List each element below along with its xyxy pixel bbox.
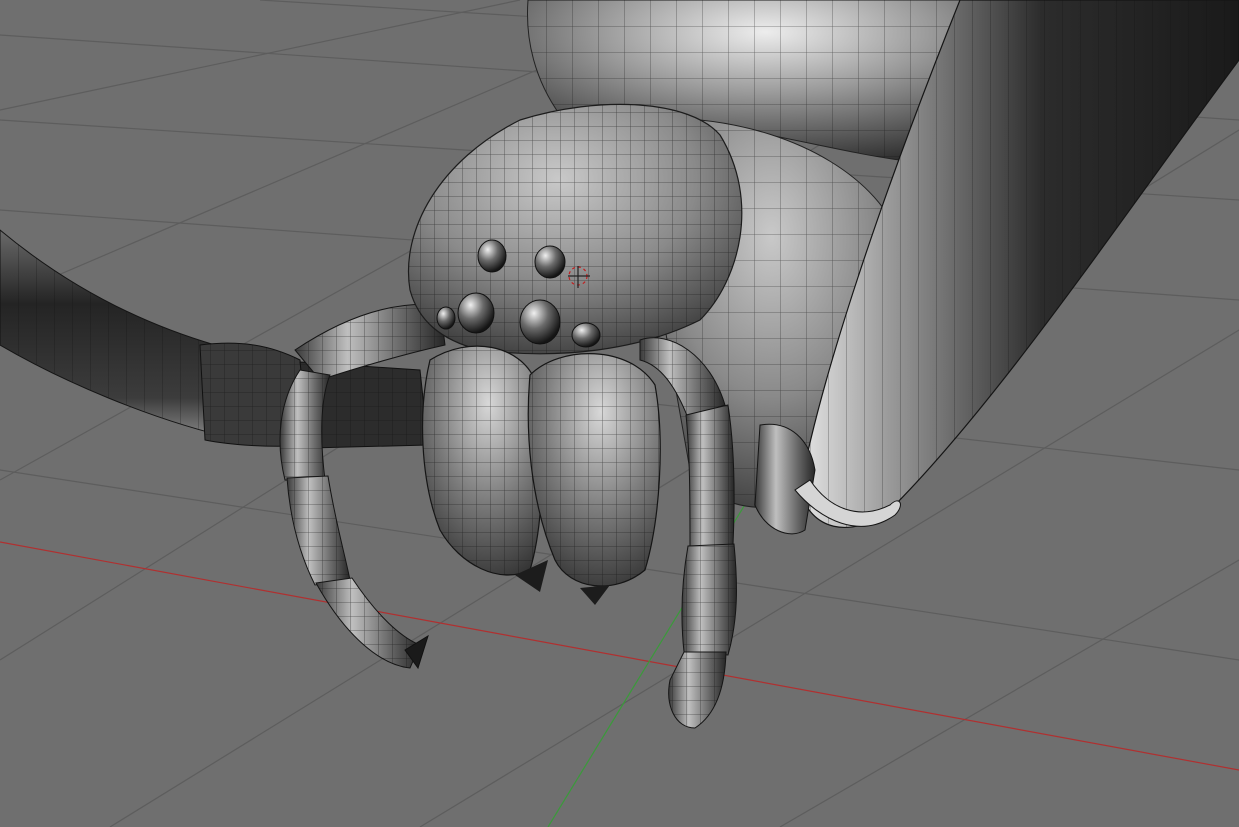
3d-viewport[interactable] — [0, 0, 1239, 827]
eye-posterior-left — [477, 239, 507, 273]
eye-posterior-right — [534, 245, 566, 279]
eye-anterior-right — [519, 299, 561, 345]
eye-anterior-left — [457, 292, 495, 334]
eye-lateral-left — [436, 306, 456, 330]
viewport-canvas[interactable] — [0, 0, 1239, 827]
eye-lateral-right — [571, 322, 601, 348]
